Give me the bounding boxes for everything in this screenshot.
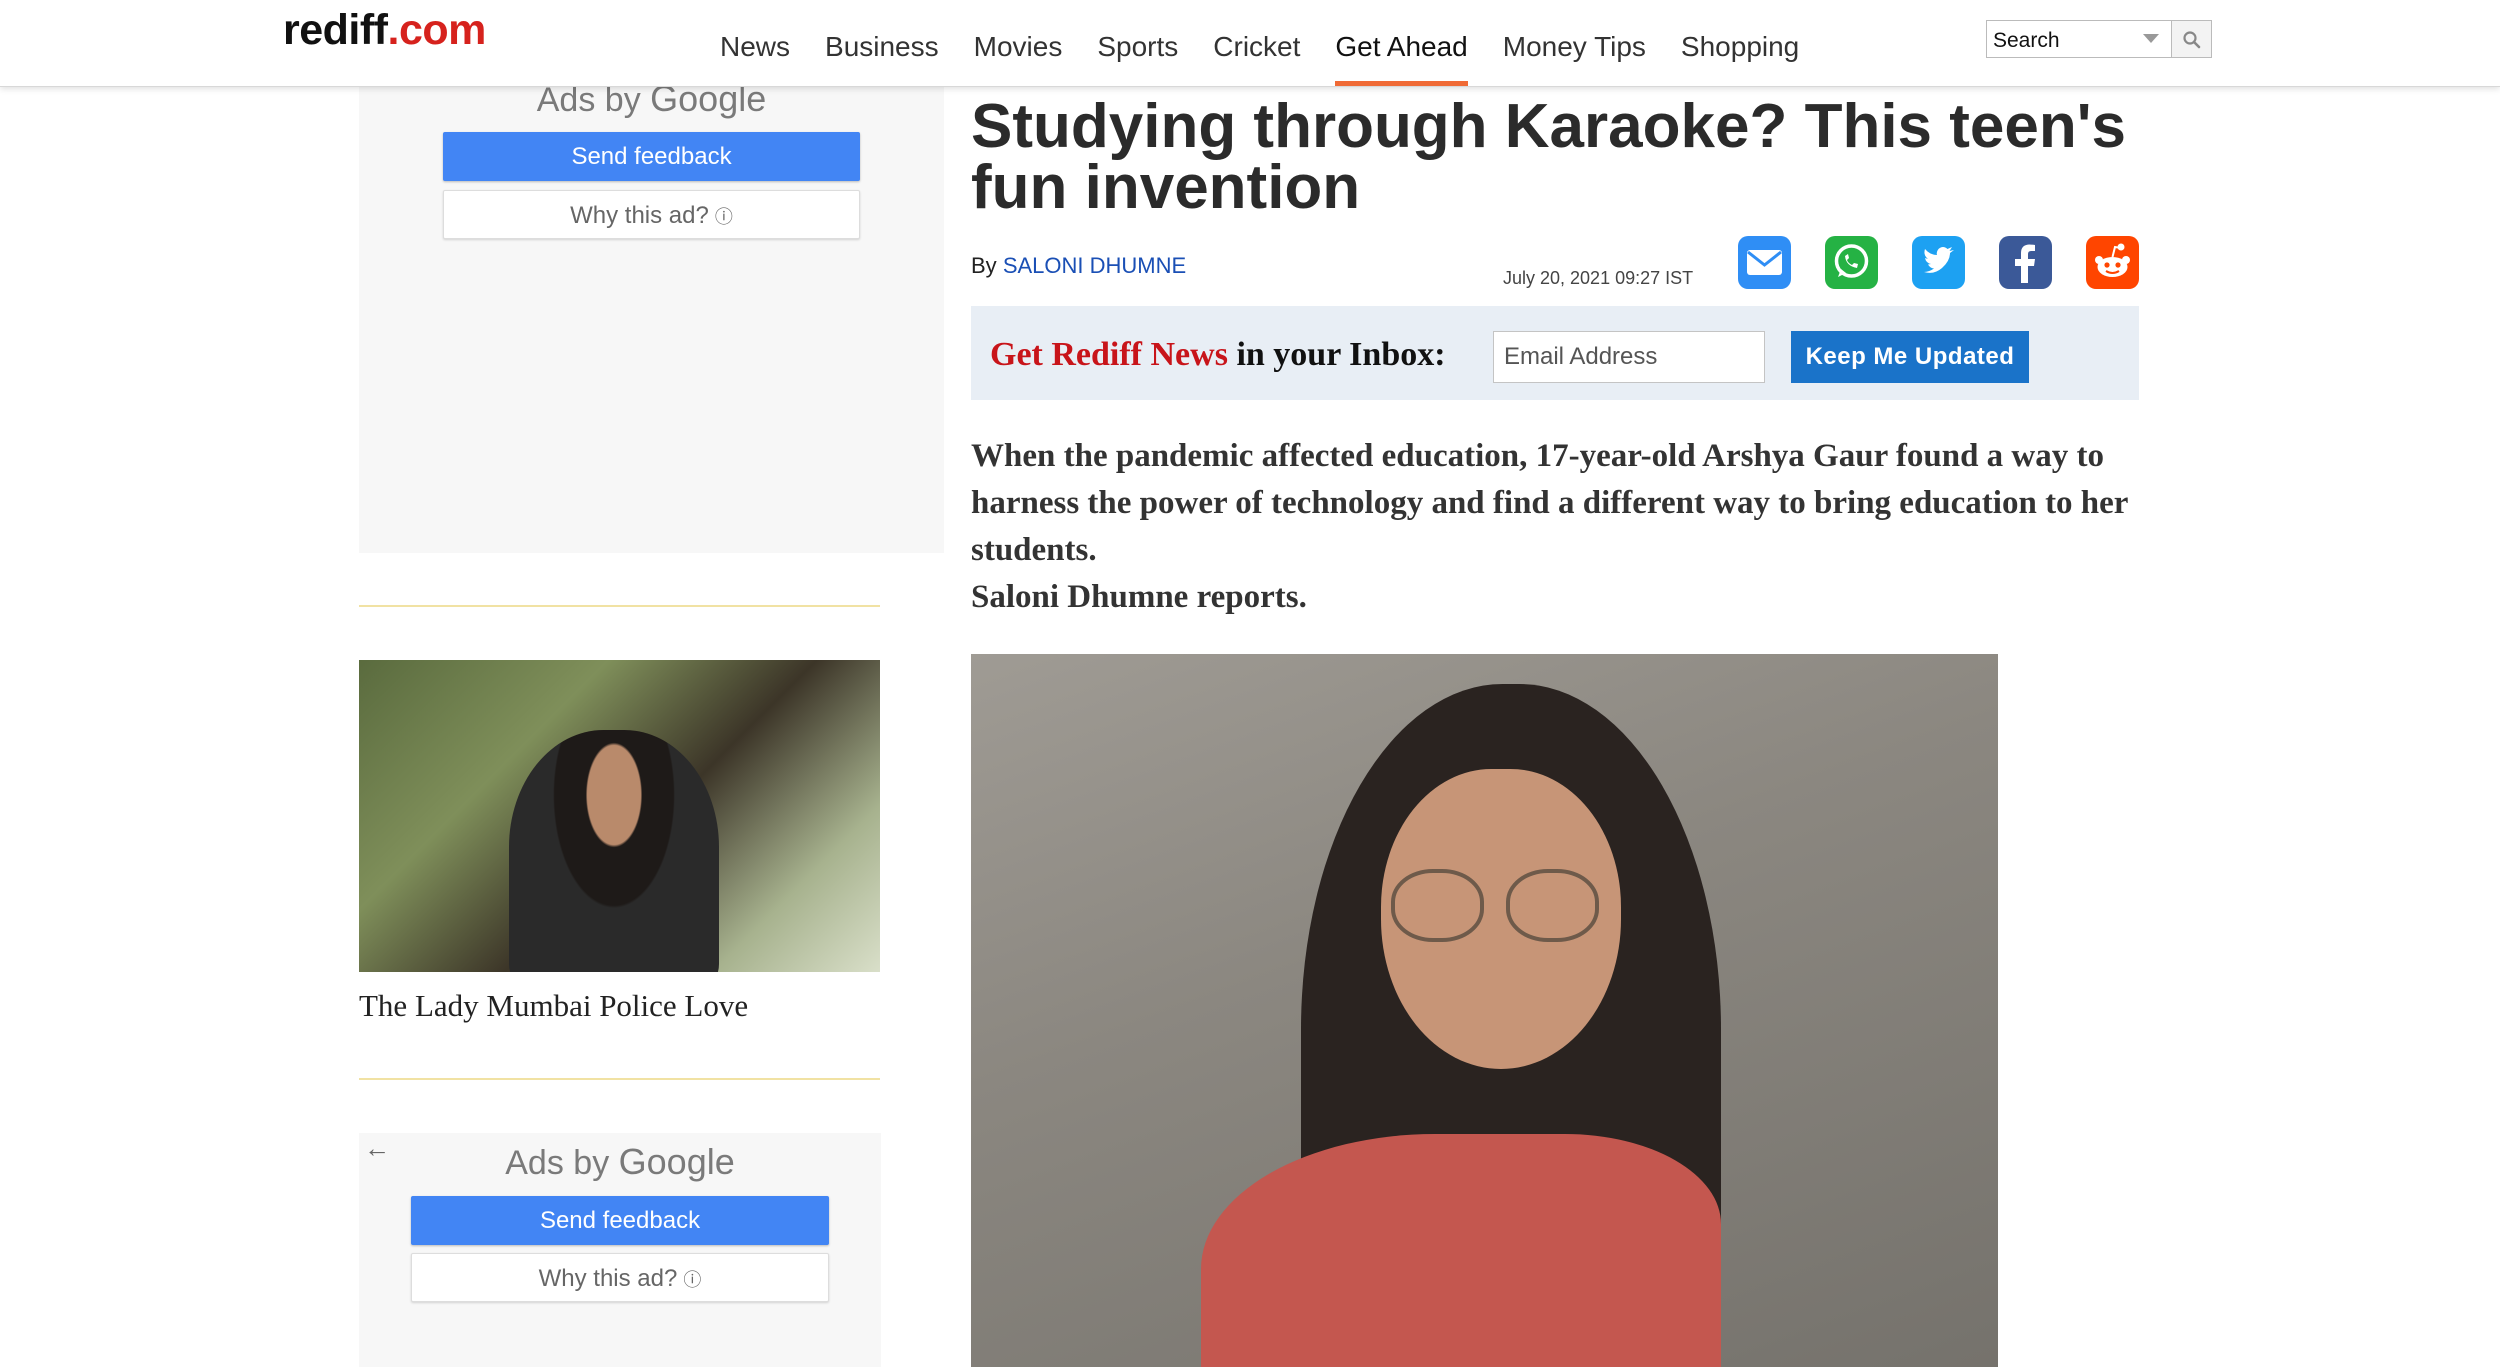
- nav-money-tips[interactable]: Money Tips: [1503, 0, 1646, 86]
- story-caption-link[interactable]: The Lady Mumbai Police Love: [359, 988, 748, 1024]
- share-whatsapp-button[interactable]: [1825, 236, 1878, 289]
- article-byline: By SALONI DHUMNE: [971, 253, 1186, 279]
- story-thumbnail[interactable]: [359, 660, 880, 972]
- reddit-icon: [2095, 243, 2130, 277]
- article-title: Studying through Karaoke? This teen's fu…: [971, 92, 2126, 222]
- rediff-logo[interactable]: rediff.com: [283, 6, 486, 55]
- why-this-ad-label: Why this ad?: [570, 202, 709, 229]
- nav-movies[interactable]: Movies: [974, 0, 1063, 86]
- newsletter-signup: Get Rediff News in your Inbox: Email Add…: [971, 306, 2139, 400]
- search-placeholder: Search: [1993, 29, 2060, 52]
- logo-text-rediff: rediff: [283, 6, 388, 54]
- email-icon: [1747, 250, 1782, 275]
- intro-byline: Saloni Dhumne reports.: [971, 579, 1307, 615]
- site-header: rediff.com News Business Movies Sports C…: [0, 0, 2500, 87]
- search-button[interactable]: [2172, 20, 2212, 58]
- newsletter-email-input[interactable]: Email Address: [1493, 331, 1765, 383]
- share-email-button[interactable]: [1738, 236, 1791, 289]
- google-ad-top: ‹ Ads by Google Send feedback Why this a…: [359, 56, 944, 553]
- article-intro: When the pandemic affected education, 17…: [971, 433, 2146, 621]
- nav-get-ahead[interactable]: Get Ahead: [1335, 0, 1469, 86]
- twitter-icon: [1924, 247, 1954, 273]
- search-dropdown-icon[interactable]: [2143, 34, 2159, 43]
- nav-business[interactable]: Business: [825, 0, 939, 86]
- logo-text-com: .com: [387, 6, 487, 54]
- search-input[interactable]: Search: [1986, 20, 2172, 58]
- info-icon: ⓘ: [714, 207, 733, 227]
- hero-figure-shirt: [1201, 1134, 1721, 1367]
- nav-news[interactable]: News: [720, 0, 790, 86]
- hero-glasses-left: [1391, 869, 1484, 942]
- nav-sports[interactable]: Sports: [1097, 0, 1178, 86]
- author-link[interactable]: SALONI DHUMNE: [1003, 253, 1186, 278]
- google-wordmark: Google: [618, 1141, 735, 1182]
- section-divider: [359, 1078, 880, 1080]
- facebook-icon: [2015, 244, 2035, 283]
- share-facebook-button[interactable]: [1999, 236, 2052, 289]
- article-date: July 20, 2021 09:27 IST: [1503, 268, 1694, 288]
- keep-me-updated-button[interactable]: Keep Me Updated: [1791, 331, 2029, 383]
- share-twitter-button[interactable]: [1912, 236, 1965, 289]
- newsletter-label: Get Rediff News in your Inbox:: [990, 336, 1446, 374]
- newsletter-label-brand: Get Rediff News: [990, 336, 1228, 373]
- thumbnail-person: [509, 730, 719, 972]
- ads-by-google-label: Ads by Google: [359, 1141, 881, 1183]
- nav-shopping[interactable]: Shopping: [1681, 0, 1799, 86]
- intro-text: When the pandemic affected education, 17…: [971, 438, 2128, 568]
- why-this-ad-button[interactable]: Why this ad? ⓘ: [411, 1253, 829, 1302]
- byline-prefix: By: [971, 253, 997, 278]
- whatsapp-icon: [1834, 244, 1869, 278]
- search-icon: [2183, 31, 2201, 49]
- why-this-ad-button[interactable]: Why this ad? ⓘ: [443, 190, 860, 239]
- section-divider: [359, 605, 880, 607]
- google-ad-bottom: ← Ads by Google Send feedback Why this a…: [359, 1133, 881, 1367]
- article-hero-image: [971, 654, 1998, 1367]
- main-nav: News Business Movies Sports Cricket Get …: [720, 0, 1834, 86]
- send-feedback-button[interactable]: Send feedback: [411, 1196, 829, 1245]
- share-reddit-button[interactable]: [2086, 236, 2139, 289]
- newsletter-label-rest: in your Inbox:: [1227, 336, 1446, 373]
- ads-by-text: Ads by: [505, 1144, 610, 1182]
- why-this-ad-label: Why this ad?: [538, 1265, 678, 1292]
- send-feedback-button[interactable]: Send feedback: [443, 132, 860, 181]
- info-icon: ⓘ: [683, 1270, 702, 1290]
- nav-cricket[interactable]: Cricket: [1213, 0, 1300, 86]
- hero-glasses-right: [1506, 869, 1599, 942]
